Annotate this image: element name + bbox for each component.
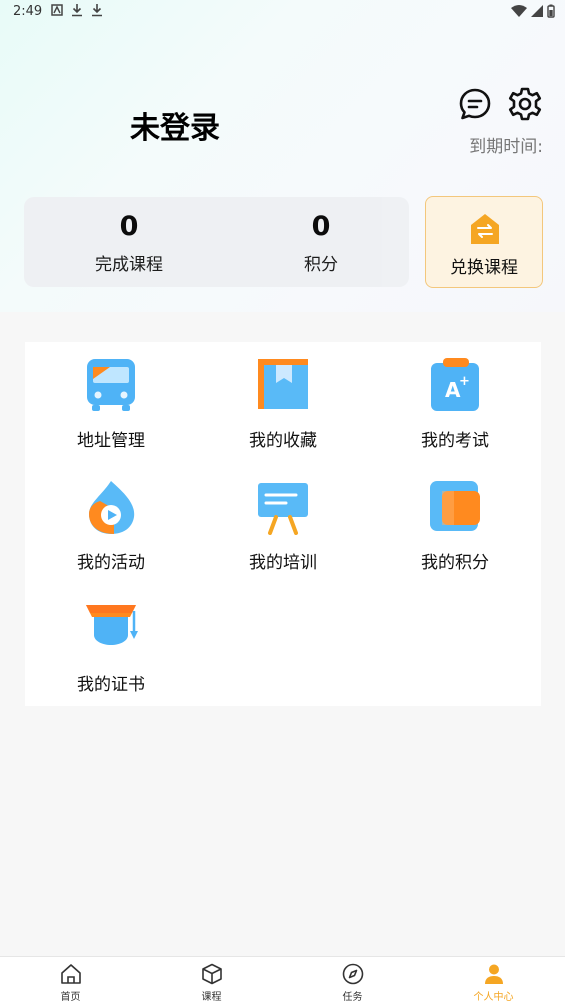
completed-courses-label: 完成课程: [95, 255, 163, 275]
compass-icon: [342, 963, 364, 985]
tab-label: 任务: [342, 992, 363, 1003]
gear-icon: [508, 87, 542, 121]
menu-item-training[interactable]: 我的培训: [197, 464, 369, 584]
exam-icon: A +: [431, 358, 479, 411]
menu-item-address[interactable]: 地址管理: [25, 342, 197, 462]
tab-tasks[interactable]: 任务: [282, 957, 423, 1004]
completed-courses-stat[interactable]: 0 完成课程: [54, 211, 204, 275]
stats-card: 0 完成课程 0 积分: [24, 197, 409, 287]
expire-time-label: 到期时间:: [469, 137, 543, 157]
tab-home[interactable]: 首页: [0, 957, 141, 1004]
menu-item-label: 我的证书: [77, 675, 145, 695]
person-icon: [485, 964, 503, 984]
wifi-icon: [511, 5, 527, 17]
points-count: 0: [311, 211, 331, 242]
menu-item-exam[interactable]: A + 我的考试: [369, 342, 541, 462]
points-card-icon: [430, 481, 480, 531]
menu-item-certificate[interactable]: 我的证书: [25, 586, 197, 706]
download-icon: [92, 4, 102, 17]
bus-icon: [87, 359, 135, 411]
menu-item-label: 我的积分: [421, 553, 489, 573]
tab-label: 课程: [201, 992, 222, 1003]
menu-item-points[interactable]: 我的积分: [369, 464, 541, 584]
tab-label: 首页: [60, 992, 81, 1003]
activity-icon: [89, 481, 135, 534]
status-time: 2:49: [13, 4, 43, 19]
exchange-course-button[interactable]: 兑换课程: [425, 196, 543, 288]
tab-label: 个人中心: [473, 992, 514, 1003]
menu-item-label: 我的培训: [249, 553, 317, 573]
svg-text:+: +: [459, 374, 470, 389]
menu-item-label: 我的活动: [77, 553, 145, 573]
points-stat[interactable]: 0 积分: [246, 211, 396, 275]
points-label: 积分: [304, 255, 338, 275]
message-icon: [459, 88, 491, 120]
status-bar: 2:49: [0, 0, 565, 24]
app-notification-icon: [51, 4, 63, 16]
menu-item-label: 地址管理: [77, 431, 145, 451]
completed-courses-count: 0: [119, 211, 139, 242]
exchange-icon: [471, 214, 499, 244]
feature-menu: 地址管理 我的收藏 A + 我的考试 我的活动 我的培训 我的积分 我的证书: [25, 342, 541, 706]
training-board-icon: [258, 483, 308, 535]
bottom-tab-bar: 首页 课程 任务 个人中心: [0, 956, 565, 1004]
menu-item-activity[interactable]: 我的活动: [25, 464, 197, 584]
home-icon: [61, 964, 81, 984]
username-login-prompt[interactable]: 未登录: [130, 103, 220, 147]
tab-profile[interactable]: 个人中心: [423, 957, 564, 1004]
settings-button[interactable]: [507, 86, 543, 122]
menu-item-label: 我的考试: [421, 431, 489, 451]
graduation-cap-icon: [86, 605, 138, 645]
tab-courses[interactable]: 课程: [141, 957, 282, 1004]
system-icons: [511, 4, 555, 18]
battery-icon: [547, 4, 555, 18]
collection-icon: [258, 359, 308, 409]
message-button[interactable]: [458, 87, 492, 121]
cube-icon: [202, 963, 222, 985]
exchange-course-label: 兑换课程: [450, 258, 518, 278]
download-icon: [72, 4, 82, 17]
signal-icon: [531, 5, 543, 17]
notification-icons: [51, 3, 103, 17]
menu-item-label: 我的收藏: [249, 431, 317, 451]
menu-item-favorites[interactable]: 我的收藏: [197, 342, 369, 462]
